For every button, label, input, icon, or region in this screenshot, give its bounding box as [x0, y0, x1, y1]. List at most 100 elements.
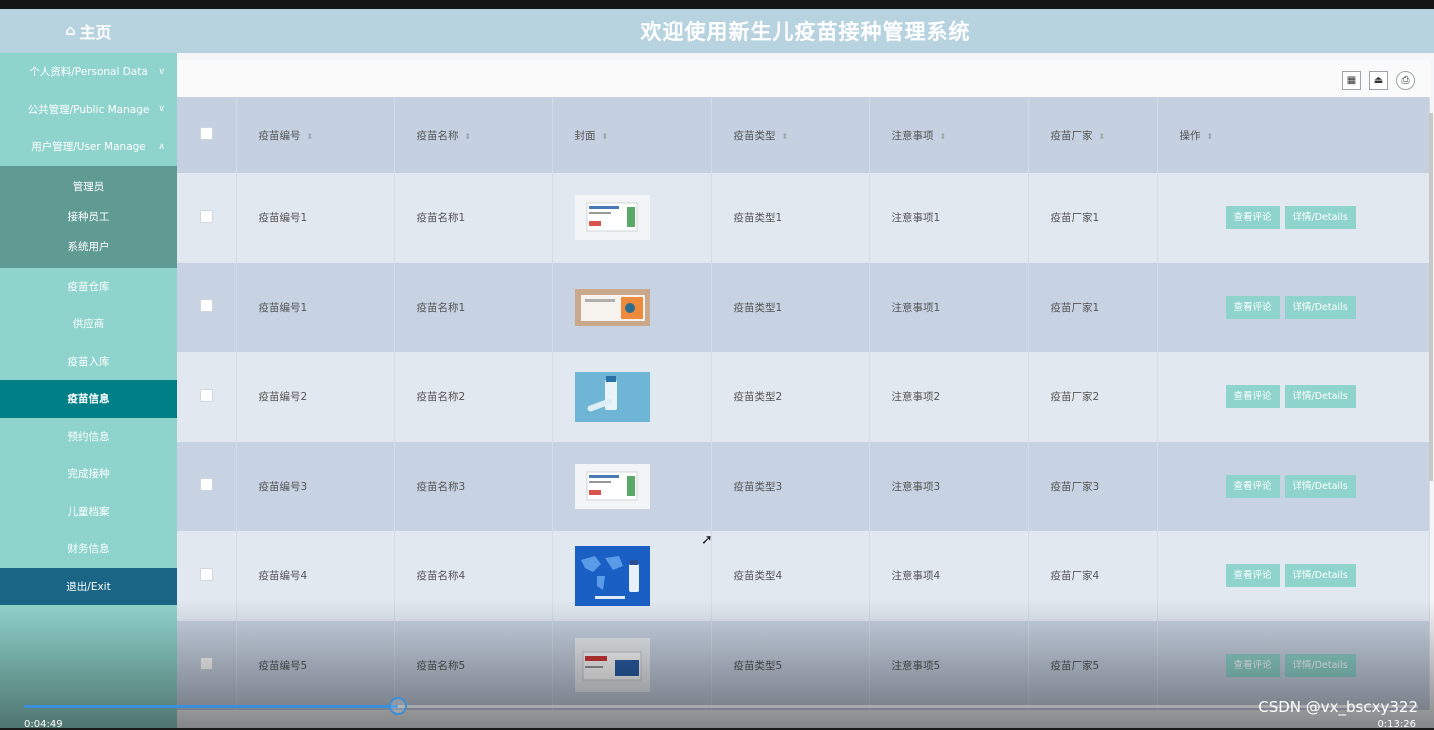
window-top-bar	[0, 0, 1434, 9]
table-row: 疫苗编号1 疫苗名称1 疫苗类型1 注意事项1 疫苗厂家1 查看评论 详情/Det…	[177, 173, 1430, 263]
cell-type: 疫苗类型1	[711, 173, 870, 263]
sidebar-item-child-records[interactable]: 儿童档案	[0, 493, 177, 531]
view-reviews-button[interactable]: 查看评论	[1225, 564, 1280, 588]
details-button[interactable]: 详情/Details	[1284, 653, 1356, 677]
view-reviews-button[interactable]: 查看评论	[1225, 385, 1280, 409]
mouse-cursor-icon: ➚	[701, 532, 713, 548]
vaccine-box-image	[574, 463, 650, 509]
sidebar-group-personal[interactable]: 个人资料/Personal Data ∨	[0, 53, 177, 91]
sort-icon[interactable]: ⬍	[940, 132, 947, 141]
sort-icon[interactable]: ⬍	[782, 132, 789, 141]
sidebar-group-public[interactable]: 公共管理/Public Manage ∨	[0, 91, 177, 129]
sort-icon[interactable]: ⬍	[1207, 132, 1214, 141]
details-button[interactable]: 详情/Details	[1284, 385, 1356, 409]
row-checkbox[interactable]	[199, 657, 213, 671]
exit-button[interactable]: 退出/Exit	[0, 567, 177, 605]
view-reviews-button[interactable]: 查看评论	[1225, 653, 1280, 677]
cell-cover	[552, 173, 712, 263]
table-row: 疫苗编号1 疫苗名称1 疫苗类型1 注意事项1 疫苗厂家1 查看评论 详情/Det…	[177, 262, 1430, 352]
total-time: 0:13:26	[1377, 719, 1416, 730]
view-reviews-button[interactable]: 查看评论	[1225, 295, 1280, 319]
col-header-type[interactable]: 疫苗类型 ⬍	[711, 97, 870, 173]
sidebar-item-stock-in[interactable]: 疫苗入库	[0, 343, 177, 381]
table-row: 疫苗编号2 疫苗名称2 疫苗类型2 注意事项2 疫苗厂家2 查看评论 详情/Det…	[177, 352, 1430, 442]
user-submenu: 管理员 接种员工 系统用户	[0, 165, 177, 268]
cell-name: 疫苗名称1	[394, 262, 553, 352]
print-icon[interactable]: ⎙	[1396, 71, 1415, 90]
vaccine-box-image	[574, 195, 650, 241]
video-progress-fill	[24, 705, 398, 708]
cell-notes: 注意事项3	[869, 441, 1029, 531]
col-header-actions[interactable]: 操作 ⬍	[1157, 97, 1430, 173]
video-progress-bar[interactable]	[24, 697, 1418, 715]
cell-type: 疫苗类型3	[711, 441, 870, 531]
sidebar-group-user[interactable]: 用户管理/User Manage ∧	[0, 128, 177, 166]
vertical-scrollbar[interactable]	[1429, 113, 1433, 481]
cell-code: 疫苗编号5	[236, 620, 395, 710]
cell-notes: 注意事项2	[869, 352, 1029, 442]
details-button[interactable]: 详情/Details	[1284, 564, 1356, 588]
current-time: 0:04:49	[24, 719, 63, 730]
cell-actions: 查看评论 详情/Details	[1157, 531, 1430, 621]
cell-notes: 注意事项5	[869, 620, 1029, 710]
row-checkbox[interactable]	[199, 478, 213, 492]
home-label: 主页	[79, 23, 112, 42]
details-button[interactable]: 详情/Details	[1284, 295, 1356, 319]
sort-icon[interactable]: ⬍	[465, 132, 472, 141]
select-all-checkbox[interactable]	[199, 127, 213, 140]
main-content: ▦ ⏏ ⎙ 疫苗编号 ⬍ 疫苗名称 ⬍ 封面 ⬍ 疫苗类型 ⬍ 注意事项 ⬍ 疫苗厂家 ⬍ …	[177, 53, 1434, 728]
sidebar-item-booking[interactable]: 预约信息	[0, 418, 177, 456]
cell-code: 疫苗编号2	[236, 352, 395, 442]
table-header-row: 疫苗编号 ⬍ 疫苗名称 ⬍ 封面 ⬍ 疫苗类型 ⬍ 注意事项 ⬍ 疫苗厂家 ⬍ 操作 ⬍	[177, 97, 1430, 173]
cell-cover	[552, 441, 712, 531]
col-header-maker[interactable]: 疫苗厂家 ⬍	[1028, 97, 1158, 173]
sidebar-item-admin[interactable]: 管理员	[0, 172, 177, 202]
sort-icon[interactable]: ⬍	[307, 132, 314, 141]
video-progress-knob[interactable]	[388, 697, 407, 715]
sidebar-item-completed[interactable]: 完成接种	[0, 455, 177, 493]
sidebar-item-vaccine-info[interactable]: 疫苗信息	[0, 380, 177, 418]
view-reviews-button[interactable]: 查看评论	[1225, 206, 1280, 230]
cell-code: 疫苗编号4	[236, 531, 395, 621]
details-button[interactable]: 详情/Details	[1284, 206, 1356, 230]
cell-cover	[552, 531, 712, 621]
cell-type: 疫苗类型2	[711, 352, 870, 442]
cell-code: 疫苗编号1	[236, 262, 395, 352]
vaccine-box-image	[574, 638, 650, 693]
chevron-down-icon: ∨	[158, 66, 165, 77]
cell-notes: 注意事项1	[869, 262, 1029, 352]
row-checkbox[interactable]	[199, 299, 213, 313]
cell-name: 疫苗名称4	[394, 531, 553, 621]
view-reviews-button[interactable]: 查看评论	[1225, 474, 1280, 498]
cell-actions: 查看评论 详情/Details	[1157, 441, 1430, 531]
world-map-vaccine-image	[574, 545, 650, 606]
cell-maker: 疫苗厂家5	[1028, 620, 1158, 710]
sort-icon[interactable]: ⬍	[1099, 132, 1106, 141]
col-header-code[interactable]: 疫苗编号 ⬍	[236, 97, 395, 173]
row-checkbox[interactable]	[199, 567, 213, 581]
sidebar-item-finance[interactable]: 财务信息	[0, 530, 177, 568]
home-link[interactable]: ⌂ 主页	[0, 9, 177, 53]
cell-name: 疫苗名称3	[394, 441, 553, 531]
page-title: 欢迎使用新生儿疫苗接种管理系统	[640, 20, 971, 44]
home-icon: ⌂	[65, 23, 76, 39]
sidebar-item-staff[interactable]: 接种员工	[0, 202, 177, 232]
details-button[interactable]: 详情/Details	[1284, 474, 1356, 498]
col-header-notes[interactable]: 注意事项 ⬍	[869, 97, 1029, 173]
row-checkbox[interactable]	[199, 209, 213, 223]
sidebar-item-supplier[interactable]: 供应商	[0, 305, 177, 343]
export-icon[interactable]: ⏏	[1369, 71, 1388, 90]
cell-cover	[552, 620, 712, 710]
table-row: 疫苗编号4 疫苗名称4 疫苗类型4 注意事项4 疫苗厂家4 查看评论 详情/Det…	[177, 531, 1430, 621]
row-checkbox[interactable]	[199, 388, 213, 402]
sidebar-item-warehouse[interactable]: 疫苗仓库	[0, 268, 177, 306]
sort-icon[interactable]: ⬍	[602, 132, 609, 141]
cell-name: 疫苗名称5	[394, 620, 553, 710]
cell-cover	[552, 352, 712, 442]
columns-icon[interactable]: ▦	[1342, 71, 1361, 90]
col-header-name[interactable]: 疫苗名称 ⬍	[394, 97, 553, 173]
sidebar-item-system-user[interactable]: 系统用户	[0, 232, 177, 262]
col-header-cover[interactable]: 封面 ⬍	[552, 97, 712, 173]
vaccine-table: 疫苗编号 ⬍ 疫苗名称 ⬍ 封面 ⬍ 疫苗类型 ⬍ 注意事项 ⬍ 疫苗厂家 ⬍ 操作 ⬍ 疫苗…	[177, 97, 1430, 710]
cell-type: 疫苗类型5	[711, 620, 870, 710]
